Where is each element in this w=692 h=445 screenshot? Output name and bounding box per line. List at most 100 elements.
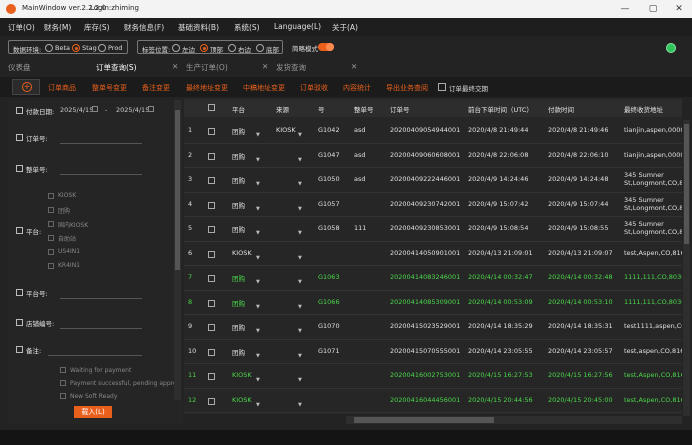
chevron-down-icon[interactable]: ▼ <box>256 230 260 236</box>
tag-radio-bottom[interactable] <box>256 44 264 52</box>
env-radio-beta[interactable] <box>45 44 53 52</box>
row-checkbox[interactable] <box>208 397 215 405</box>
calendar-icon[interactable] <box>92 106 98 112</box>
table-row[interactable]: 11 KIOSK 20200416002753001 2020/4/15 16:27:… <box>184 364 682 389</box>
chevron-down-icon[interactable]: ▼ <box>256 328 260 334</box>
chevron-down-icon[interactable]: ▼ <box>298 304 302 310</box>
menu-language[interactable]: Language(L) <box>274 22 321 31</box>
table-row[interactable]: 1 团购 KIOSK G1042 asd 20200409054944001 2020/4/… <box>184 119 682 144</box>
action-export-query[interactable]: 导出业务查阅 <box>386 83 428 93</box>
menu-about[interactable]: 关于(A) <box>332 22 358 33</box>
status-option-checkbox[interactable] <box>60 367 66 373</box>
col-no[interactable]: 号 <box>318 104 325 114</box>
status-option-checkbox[interactable] <box>60 393 66 399</box>
row-checkbox[interactable] <box>208 177 215 184</box>
action-final-address-change[interactable]: 最终地址变更 <box>186 83 228 93</box>
store-no-checkbox[interactable] <box>16 319 23 326</box>
menu-basic-data[interactable]: 基础资料(B) <box>178 22 219 33</box>
bulk-no-checkbox[interactable] <box>16 165 23 172</box>
action-bulk-no-change[interactable]: 整单号变更 <box>92 83 127 93</box>
row-checkbox[interactable] <box>208 348 215 356</box>
table-row[interactable]: 9 团购 G1070 20200415023529001 2020/4/14 18:35… <box>184 315 682 340</box>
scrollbar-thumb[interactable] <box>684 124 689 244</box>
add-button[interactable]: + <box>12 79 40 95</box>
platform-checkbox[interactable] <box>16 227 23 234</box>
chevron-down-icon[interactable]: ▼ <box>298 230 302 236</box>
chevron-down-icon[interactable]: ▼ <box>256 206 260 212</box>
order-no-checkbox[interactable] <box>16 134 23 141</box>
bulk-no-input[interactable] <box>60 174 142 175</box>
row-checkbox[interactable] <box>208 152 215 160</box>
chevron-down-icon[interactable]: ▼ <box>256 279 260 285</box>
calendar-icon[interactable] <box>148 106 154 112</box>
table-row[interactable]: 12 KIOSK 20200416044456001 2020/4/15 20:44:… <box>184 389 682 413</box>
select-all-checkbox[interactable] <box>208 104 215 111</box>
platform-option-checkbox[interactable] <box>48 221 54 227</box>
load-button[interactable]: 载入(L) <box>74 406 112 418</box>
minimize-button[interactable]: — <box>610 2 640 16</box>
tab-production-order[interactable]: 生产订单(O) <box>186 60 228 74</box>
row-checkbox[interactable] <box>208 201 215 209</box>
chevron-down-icon[interactable]: ▼ <box>298 157 302 163</box>
pay-date-checkbox[interactable] <box>16 107 23 114</box>
tab-dashboard[interactable]: 仪表盘 <box>8 60 31 74</box>
status-option-checkbox[interactable] <box>60 380 66 386</box>
chevron-down-icon[interactable]: ▼ <box>298 279 302 285</box>
chevron-down-icon[interactable]: ▼ <box>256 255 260 261</box>
tab-close-icon[interactable]: ✕ <box>262 60 268 74</box>
col-bulk-no[interactable]: 整单号 <box>354 104 374 114</box>
tag-radio-left[interactable] <box>172 44 180 52</box>
tab-close-icon[interactable]: ✕ <box>172 60 178 74</box>
final-delivery-checkbox[interactable] <box>438 83 446 91</box>
action-mid-address-change[interactable]: 中稿地址变更 <box>243 83 285 93</box>
remark-input[interactable] <box>48 355 142 356</box>
menu-finance-info[interactable]: 财务信息(F) <box>124 22 164 33</box>
chevron-down-icon[interactable]: ▼ <box>298 328 302 334</box>
platform-option-checkbox[interactable] <box>48 263 54 269</box>
table-row[interactable]: 8 团购 G1066 20200414085309001 2020/4/14 00:53… <box>184 291 682 315</box>
table-row[interactable]: 6 KIOSK 20200414050901001 2020/4/13 21:09:0… <box>184 242 682 266</box>
platform-no-checkbox[interactable] <box>16 289 23 296</box>
action-order-reject[interactable]: 订单驳收 <box>300 83 328 93</box>
table-horizontal-scrollbar[interactable] <box>346 416 682 424</box>
date-from-field[interactable]: 2025/4/15 <box>60 106 93 114</box>
close-button[interactable]: ✕ <box>664 2 692 16</box>
col-platform[interactable]: 平台 <box>232 104 245 114</box>
table-row[interactable]: 10 团购 G1071 20200415070555001 2020/4/14 23:0… <box>184 340 682 364</box>
action-content-stats[interactable]: 内容统计 <box>343 83 371 93</box>
chevron-down-icon[interactable]: ▼ <box>298 377 302 383</box>
simple-mode-toggle[interactable] <box>318 43 334 51</box>
chevron-down-icon[interactable]: ▼ <box>298 132 302 138</box>
chevron-down-icon[interactable]: ▼ <box>298 206 302 212</box>
filter-scrollbar[interactable] <box>174 100 181 400</box>
row-checkbox[interactable] <box>208 250 215 258</box>
menu-system[interactable]: 系统(S) <box>234 22 260 33</box>
chevron-down-icon[interactable]: ▼ <box>298 181 302 187</box>
tab-close-icon[interactable]: ✕ <box>351 60 357 74</box>
chevron-down-icon[interactable]: ▼ <box>256 157 260 163</box>
remark-checkbox[interactable] <box>16 346 23 353</box>
platform-option-checkbox[interactable] <box>48 193 54 199</box>
action-remark-change[interactable]: 备注变更 <box>142 83 170 93</box>
table-row[interactable]: 3 团购 G1050 asd 20200409222446001 2020/4/9 14:… <box>184 168 682 193</box>
row-checkbox[interactable] <box>208 128 215 135</box>
col-final-address[interactable]: 最终收货地址 <box>624 104 663 114</box>
col-source[interactable]: 来源 <box>276 104 289 114</box>
scrollbar-thumb[interactable] <box>175 110 180 270</box>
tab-shipment-query[interactable]: 发货查询 <box>276 60 306 74</box>
row-checkbox[interactable] <box>208 373 215 380</box>
row-checkbox[interactable] <box>208 275 215 282</box>
platform-no-input[interactable] <box>60 298 142 299</box>
col-order-no[interactable]: 订单号 <box>390 104 410 114</box>
row-checkbox[interactable] <box>208 299 215 307</box>
store-no-input[interactable] <box>60 328 142 329</box>
platform-option-checkbox[interactable] <box>48 235 54 241</box>
chevron-down-icon[interactable]: ▼ <box>256 304 260 310</box>
chevron-down-icon[interactable]: ▼ <box>298 402 302 408</box>
table-row[interactable]: 7 团购 G1063 20200414083246001 2020/4/14 00:32… <box>184 266 682 291</box>
date-to-field[interactable]: 2025/4/15 <box>116 106 149 114</box>
table-row[interactable]: 2 团购 G1047 asd 20200409060608001 2020/4/8 22:… <box>184 144 682 168</box>
chevron-down-icon[interactable]: ▼ <box>256 132 260 138</box>
order-no-input[interactable] <box>60 143 142 144</box>
table-vertical-scrollbar[interactable] <box>683 120 690 416</box>
